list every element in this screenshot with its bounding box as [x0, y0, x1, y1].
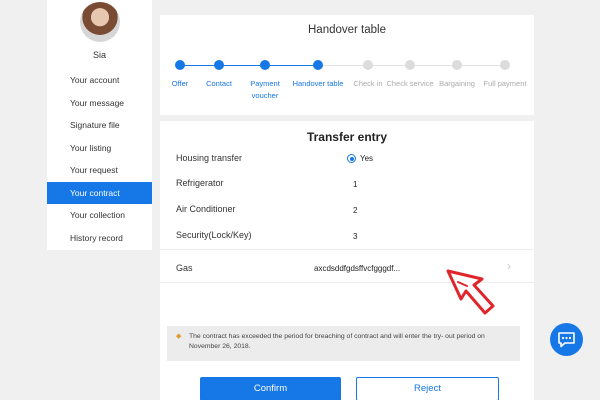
row-value-gas[interactable]: axcdsddfgdsffvcfgggdf...: [314, 264, 400, 273]
pointer-arrow-icon: [446, 269, 495, 315]
sidebar-item-your-account[interactable]: Your account: [47, 69, 152, 92]
progress-card: Handover table Offer Contact Payment vou…: [160, 15, 534, 115]
row-label-refrigerator: Refrigerator: [176, 178, 224, 188]
sidebar-item-your-request[interactable]: Your request: [47, 159, 152, 182]
row-value-security: 3: [353, 232, 358, 241]
step-dot: [175, 60, 185, 70]
row-value-refrigerator: 1: [353, 180, 358, 189]
step-label: Payment voucher: [250, 79, 280, 100]
step-dot: [214, 60, 224, 70]
notice-text: The contract has exceeded the period for…: [189, 333, 485, 350]
warning-icon: ◆: [176, 333, 182, 340]
step-handover-table[interactable]: Handover table: [291, 60, 345, 90]
chat-bubble-icon: [558, 332, 575, 348]
row-value-housing-transfer: Yes: [360, 154, 374, 163]
sidebar-item-history-record[interactable]: History record: [47, 227, 152, 250]
housing-transfer-radio[interactable]: [347, 154, 356, 163]
step-dot: [405, 60, 415, 70]
step-dot: [452, 60, 462, 70]
step-dot: [313, 60, 323, 70]
confirm-button[interactable]: Confirm: [200, 377, 341, 400]
sidebar: Sia Your account Your message Signature …: [47, 0, 152, 250]
step-label: Check service: [386, 79, 434, 88]
row-value-air-conditioner: 2: [353, 206, 358, 215]
sidebar-item-your-message[interactable]: Your message: [47, 92, 152, 115]
step-full-payment[interactable]: Full payment: [478, 60, 532, 90]
step-check-service[interactable]: Check service: [383, 60, 437, 90]
row-label-gas: Gas: [176, 263, 193, 273]
sidebar-item-your-listing[interactable]: Your listing: [47, 137, 152, 160]
step-label: Bargaining: [439, 79, 475, 88]
reject-button[interactable]: Reject: [356, 377, 499, 400]
row-label-air-conditioner: Air Conditioner: [176, 204, 236, 214]
row-divider: [160, 249, 534, 250]
chevron-right-icon[interactable]: ›: [507, 259, 511, 273]
avatar[interactable]: [80, 2, 120, 42]
progress-title: Handover table: [308, 24, 386, 36]
contract-notice: ◆ The contract has exceeded the period f…: [167, 326, 520, 361]
step-label: Handover table: [292, 79, 344, 88]
step-payment-voucher[interactable]: Payment voucher: [238, 60, 292, 102]
row-label-security: Security(Lock/Key): [176, 230, 252, 240]
sidebar-item-signature-file[interactable]: Signature file: [47, 114, 152, 137]
sidebar-item-your-contract[interactable]: Your contract: [47, 181, 152, 204]
step-dot: [363, 60, 373, 70]
sidebar-item-your-collection[interactable]: Your collection: [47, 204, 152, 227]
step-bargaining[interactable]: Bargaining: [430, 60, 484, 90]
username: Sia: [92, 50, 106, 60]
step-label: Full payment: [483, 79, 527, 88]
transfer-title: Transfer entry: [306, 130, 388, 144]
chat-button[interactable]: [550, 323, 583, 356]
step-dot: [500, 60, 510, 70]
row-label-housing-transfer: Housing transfer: [176, 153, 243, 163]
step-dot: [260, 60, 270, 70]
sidebar-menu: Your account Your message Signature file…: [47, 69, 152, 249]
